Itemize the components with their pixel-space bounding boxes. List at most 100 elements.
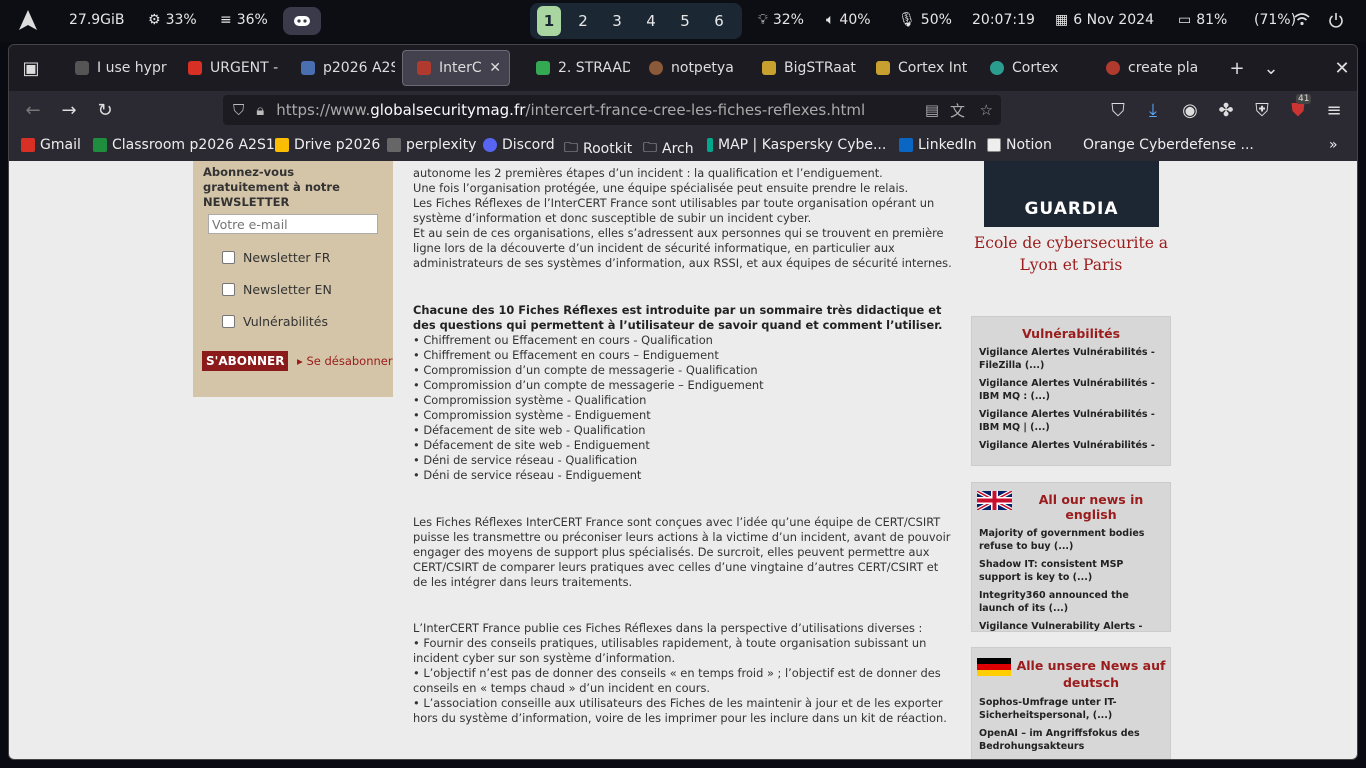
bookmark-notion[interactable]: Notion <box>987 137 1052 153</box>
vulnerabilites-panel: Vulnérabilités Vigilance Alertes Vulnéra… <box>971 316 1171 466</box>
bookmark-gmail[interactable]: Gmail <box>21 137 81 153</box>
list-item: • Compromission d’un compte de messageri… <box>413 378 764 392</box>
close-tab-icon[interactable]: ✕ <box>489 60 501 76</box>
list-item: • Chiffrement ou Effacement en cours – E… <box>413 348 719 362</box>
german-flag-icon <box>977 658 1011 676</box>
lock-icon[interactable]: 🔒︎ <box>256 101 264 119</box>
tab-create-plan[interactable]: create pla <box>1092 50 1200 86</box>
arch-logo-icon[interactable] <box>18 9 38 31</box>
news-link[interactable]: Vigilance Alertes Vulnérabilités - IBM M… <box>972 377 1170 403</box>
bookmark-discord[interactable]: Discord <box>483 137 555 153</box>
power-icon[interactable] <box>1328 12 1344 28</box>
news-link[interactable]: Integrity360 announced the launch of its… <box>972 589 1170 615</box>
chevron-down-icon[interactable]: ⌄ <box>1259 56 1283 80</box>
list-item: • Compromission système - Qualification <box>413 393 647 407</box>
tab-cortex[interactable]: Cortex <box>976 50 1084 86</box>
tab-hypr[interactable]: I use hypr <box>61 50 169 86</box>
bookmark-classroom[interactable]: Classroom p2026 A2S1 <box>93 137 275 153</box>
list-item: • Déni de service réseau - Qualification <box>413 453 638 467</box>
brightness-readout[interactable]: 💡︎ 32% <box>758 12 804 28</box>
tab-intercert[interactable]: InterCE ✕ <box>402 50 510 86</box>
checkbox-icon[interactable] <box>222 251 235 264</box>
url-prefix: https://www. <box>276 101 371 119</box>
article-paragraph: Les Fiches Réflexes InterCERT France son… <box>413 515 951 589</box>
battery-icon: ▭ <box>1178 12 1192 28</box>
menu-icon[interactable]: ≡ <box>1322 98 1346 122</box>
news-link[interactable]: Vigilance Alertes Vulnérabilités - IBM M… <box>972 408 1170 434</box>
workspace-3[interactable]: 3 <box>605 6 629 36</box>
reload-icon[interactable]: ↻ <box>93 98 117 122</box>
bookmark-star-icon[interactable]: ☆ <box>980 101 993 119</box>
extensions-icon[interactable]: ✤ <box>1214 98 1238 122</box>
subscribe-button[interactable]: S'ABONNER <box>202 351 289 371</box>
mic-readout[interactable]: 🎙︎ 50% <box>898 12 952 28</box>
news-link[interactable]: Shadow IT: consistent MSP support is key… <box>972 558 1170 584</box>
new-tab-icon[interactable]: + <box>1225 56 1249 80</box>
tab-bigstraat[interactable]: BigSTRaat <box>748 50 856 86</box>
tab-classroom[interactable]: p2026 A2S <box>287 50 395 86</box>
checkbox-newsletter-en[interactable]: Newsletter EN <box>222 282 332 297</box>
back-icon[interactable]: ← <box>21 98 45 122</box>
news-link[interactable]: OpenAI – im Angriffsfokus des Bedrohungs… <box>972 727 1170 753</box>
bookmark-drive[interactable]: Drive p2026 <box>275 137 380 153</box>
intercert-favicon-icon <box>417 61 431 75</box>
checkbox-vulnerabilites[interactable]: Vulnérabilités <box>222 314 328 329</box>
news-link[interactable]: Vigilance Vulnerability Alerts - <box>972 620 1170 633</box>
downloads-icon[interactable]: ⤓ <box>1141 98 1165 122</box>
english-news-panel: All our news in english Majority of gove… <box>971 482 1171 632</box>
guardia-banner[interactable]: GUARDIA <box>984 161 1159 227</box>
workspace-1[interactable]: 1 <box>537 6 561 36</box>
web-page: Abonnez-vous gratuitement à notre NEWSLE… <box>9 161 1357 759</box>
reader-view-icon[interactable]: ▤ <box>925 101 939 119</box>
checkbox-icon[interactable] <box>222 283 235 296</box>
news-link[interactable]: Majority of government bodies refuse to … <box>972 527 1170 553</box>
shield-icon[interactable]: ⛉ <box>233 101 244 119</box>
workspace-5[interactable]: 5 <box>673 6 697 36</box>
bookmark-folder-rootkit[interactable]: 🗀 Rootkit <box>564 137 632 161</box>
create-plan-favicon-icon <box>1106 61 1120 75</box>
wifi-icon[interactable] <box>1294 12 1310 26</box>
close-window-icon[interactable]: ✕ <box>1330 56 1354 80</box>
tab-list-icon[interactable]: ▣ <box>19 56 43 80</box>
bookmark-kaspersky-map[interactable]: MAP | Kaspersky Cybe... <box>707 137 886 153</box>
bookmark-orange[interactable]: Orange Cyberdefense ... <box>1083 137 1254 153</box>
checkbox-icon[interactable] <box>222 315 235 328</box>
bigstraat-favicon-icon <box>762 61 776 75</box>
chevron-right-icon[interactable]: » <box>1329 137 1338 153</box>
tab-gmail[interactable]: URGENT - <box>174 50 282 86</box>
workspace-4[interactable]: 4 <box>639 6 663 36</box>
date-readout[interactable]: ▦ 6 Nov 2024 <box>1055 12 1154 28</box>
deutsch-news-panel: Alle unsere News auf deutsch Sophos-Umfr… <box>971 647 1171 759</box>
forward-icon[interactable]: → <box>57 98 81 122</box>
checkbox-newsletter-fr[interactable]: Newsletter FR <box>222 250 330 265</box>
account-icon[interactable]: ◉ <box>1178 98 1202 122</box>
volume-readout[interactable]: 🔈︎ 40% <box>826 12 871 28</box>
workspace-2[interactable]: 2 <box>571 6 595 36</box>
unsubscribe-link[interactable]: ▸ Se désabonner <box>297 354 393 368</box>
news-link[interactable]: Vigilance Alertes Vulnérabilités - <box>972 439 1170 452</box>
tab-notpetya[interactable]: notpetya <box>635 50 743 86</box>
brightness-icon: 💡︎ <box>758 12 768 28</box>
list-item: • Compromission système - Endiguement <box>413 408 651 422</box>
discord-tray-icon[interactable] <box>283 7 321 35</box>
workspace-6[interactable]: 6 <box>707 6 731 36</box>
translate-icon[interactable]: 文 <box>950 100 965 121</box>
email-field[interactable] <box>208 214 378 234</box>
ecole-ad-link[interactable]: Ecole de cybersecurite a Lyon et Paris <box>971 232 1171 276</box>
memory-readout: 27.9GiB <box>69 12 125 28</box>
url-bar[interactable]: ⛉ 🔒︎ https://www. globalsecuritymag.fr/in… <box>223 95 1001 125</box>
pocket-icon[interactable]: ⛉ <box>1106 98 1130 122</box>
news-link[interactable]: Sophos-Umfrage unter IT-Sicherheitsperso… <box>972 696 1170 722</box>
tab-straad[interactable]: 2. STRAAD <box>522 50 630 86</box>
newsletter-box: Abonnez-vous gratuitement à notre NEWSLE… <box>193 161 393 397</box>
drive-favicon-icon <box>536 61 550 75</box>
article-body: autonome les 2 premières étapes d’un inc… <box>413 161 955 726</box>
bookmark-linkedin[interactable]: LinkedIn <box>899 137 977 153</box>
battery-readout: ▭ 81% <box>1178 12 1228 28</box>
bitwarden-icon[interactable]: ⛨ <box>1250 98 1274 122</box>
news-link[interactable]: Vigilance Alertes Vulnérabilités - FileZ… <box>972 346 1170 372</box>
article-bold-intro: Chacune des 10 Fiches Réflexes est intro… <box>413 303 943 332</box>
bookmark-perplexity[interactable]: perplexity <box>387 137 476 153</box>
tab-cortex-int[interactable]: Cortex Int <box>862 50 970 86</box>
bookmark-folder-arch[interactable]: 🗀 Arch <box>643 137 694 161</box>
